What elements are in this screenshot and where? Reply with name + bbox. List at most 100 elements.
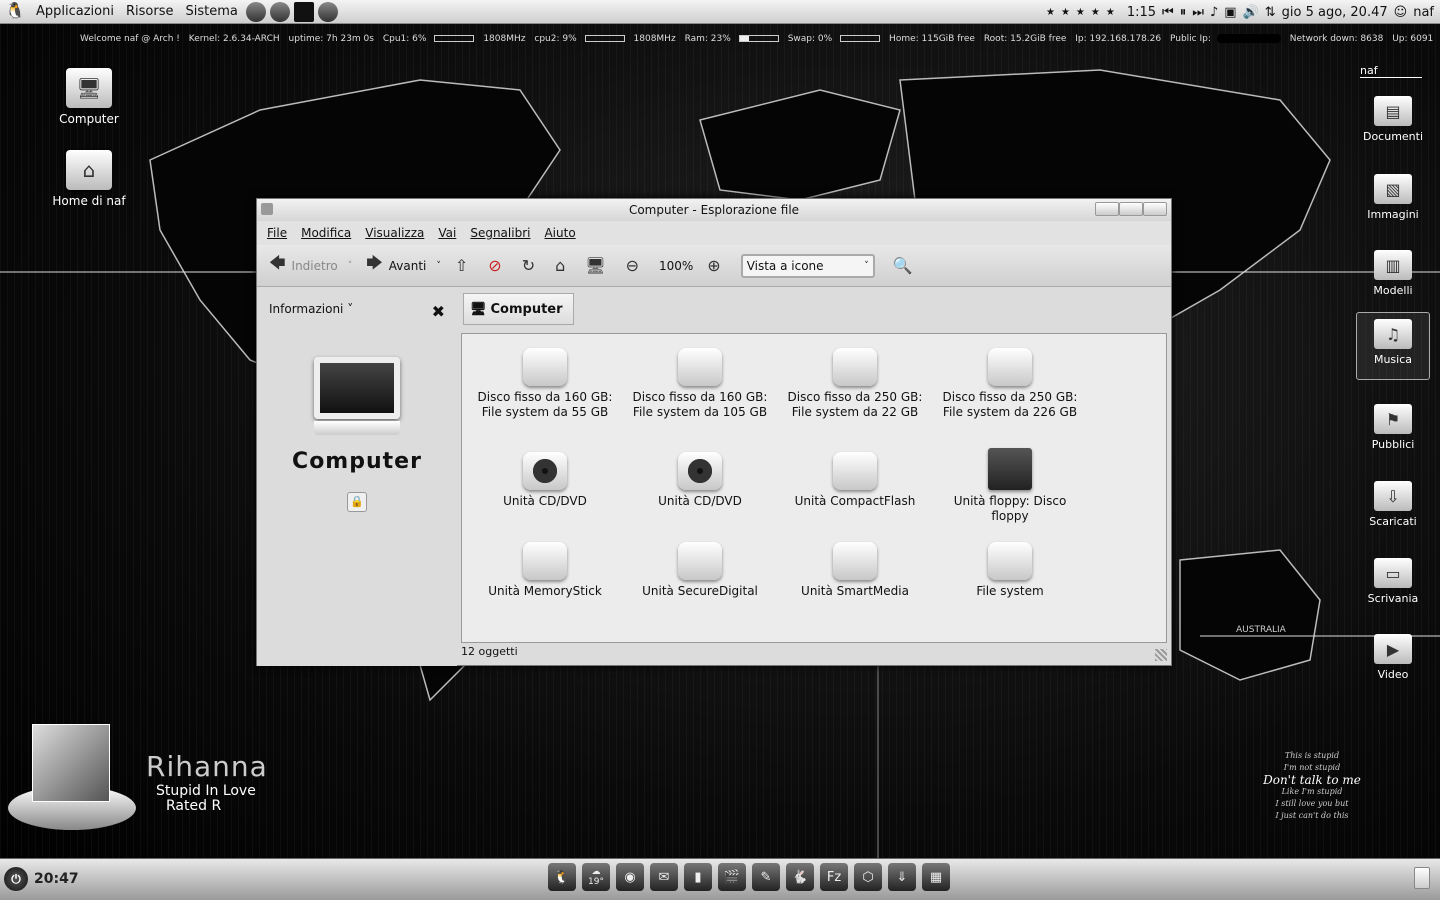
menu-visualizza[interactable]: Visualizza — [365, 226, 424, 240]
clock-datetime[interactable]: gio 5 ago, 20.47 — [1282, 5, 1388, 20]
close-button[interactable] — [1143, 202, 1167, 216]
item-hdd-4[interactable]: Disco fisso da 250 GB: File system da 22… — [935, 348, 1085, 420]
album-cover — [32, 724, 110, 802]
file-manager-launcher-icon[interactable]: ▦ — [922, 863, 950, 891]
pause-icon[interactable]: ⏸ — [1180, 5, 1187, 20]
window-menu-icon[interactable] — [261, 203, 273, 215]
virtualbox-launcher-icon[interactable]: ⬡ — [854, 863, 882, 891]
conky-root: Root: 15.2GiB free — [983, 34, 1067, 44]
chevron-down-icon[interactable]: ˅ — [348, 261, 353, 271]
resize-grip[interactable] — [1155, 649, 1167, 661]
item-label: Unità SecureDigital — [642, 584, 758, 598]
thunderbird-launcher-icon[interactable] — [317, 1, 338, 22]
home-button[interactable]: ⌂ — [555, 256, 571, 275]
music-player-icon[interactable]: ♪ — [1210, 5, 1218, 20]
back-label: Indietro — [291, 258, 338, 273]
rabbit-launcher-icon[interactable]: 🐇 — [786, 863, 814, 891]
filezilla-launcher-icon[interactable]: Fz — [820, 863, 848, 891]
item-filesystem[interactable]: File system — [935, 542, 1085, 599]
view-mode-select[interactable]: Vista a icone ˅ — [740, 253, 875, 278]
sidebar-mode-select[interactable]: Informazioni ˅ — [269, 302, 353, 321]
previous-track-icon[interactable]: ⏮ — [1162, 5, 1174, 20]
path-button-computer[interactable]: 🖥 Computer — [463, 293, 574, 325]
bottom-clock[interactable]: 20:47 — [34, 871, 79, 887]
forward-button[interactable]: 🡆 Avanti ˅ — [366, 252, 441, 279]
item-memorystick[interactable]: Unità MemoryStick — [470, 542, 620, 599]
video-editor-launcher-icon[interactable]: 🎬 — [718, 863, 746, 891]
rating-stars-icon[interactable]: ★★★★★ — [1046, 7, 1121, 18]
desktop-icon-immagini[interactable]: ▧ Immagini — [1356, 174, 1430, 221]
zoom-in-button[interactable]: ⊕ — [707, 256, 726, 275]
search-button[interactable]: 🔍 — [893, 256, 919, 275]
up-arrow-icon: ⇧ — [454, 256, 469, 275]
menu-vai[interactable]: Vai — [438, 226, 456, 240]
item-label: Disco fisso da 250 GB: File system da 22… — [787, 390, 923, 419]
item-floppy[interactable]: Unità floppy: Disco floppy — [935, 448, 1085, 524]
minimize-button[interactable] — [1095, 202, 1119, 216]
gimp-launcher-icon[interactable]: ✎ — [752, 863, 780, 891]
desktop-icon-label: Immagini — [1367, 208, 1419, 221]
desktop-icon-label: Modelli — [1373, 284, 1413, 297]
item-hdd-2[interactable]: Disco fisso da 160 GB: File system da 10… — [625, 348, 775, 420]
terminal-launcher-icon[interactable] — [293, 1, 314, 22]
stop-button[interactable]: ⊘ — [488, 256, 507, 275]
weather-temp: 19° — [588, 877, 604, 887]
network-icon[interactable]: ⇅ — [1265, 5, 1276, 20]
item-securedigital[interactable]: Unità SecureDigital — [625, 542, 775, 599]
firefox-launcher-icon[interactable] — [245, 1, 266, 22]
zoom-level[interactable]: 100% — [659, 259, 693, 273]
terminal-launcher-icon[interactable]: ▮ — [684, 863, 712, 891]
menu-sistema[interactable]: Sistema — [179, 4, 243, 19]
screen-icon[interactable]: ▣ — [1224, 5, 1236, 20]
maximize-button[interactable] — [1119, 202, 1143, 216]
view-mode-value: Vista a icone — [746, 258, 824, 273]
item-hdd-1[interactable]: Disco fisso da 160 GB: File system da 55… — [470, 348, 620, 420]
desktop-icon-video[interactable]: ▶ Video — [1356, 634, 1430, 681]
firefox-launcher-icon[interactable]: ◉ — [616, 863, 644, 891]
desktop-icon-computer[interactable]: 🖥 Computer — [44, 68, 134, 126]
reload-button[interactable]: ↻ — [522, 256, 541, 275]
item-cdrom-1[interactable]: Unità CD/DVD — [470, 452, 620, 509]
arch-logo-icon[interactable]: 🐧 — [4, 1, 26, 23]
removable-drive-icon — [523, 542, 567, 580]
ram-bar — [738, 35, 779, 42]
user-avatar-icon[interactable]: ☺ — [1394, 5, 1408, 20]
tux-launcher-icon[interactable]: 🐧 — [548, 863, 576, 891]
window-titlebar[interactable]: Computer - Esplorazione file — [257, 199, 1171, 221]
desktop-icon-scaricati[interactable]: ⇩ Scaricati — [1356, 481, 1430, 528]
item-cdrom-2[interactable]: Unità CD/DVD — [625, 452, 775, 509]
item-hdd-3[interactable]: Disco fisso da 250 GB: File system da 22… — [780, 348, 930, 420]
chevron-down-icon[interactable]: ˅ — [436, 261, 441, 271]
menu-aiuto[interactable]: Aiuto — [544, 226, 575, 240]
download-launcher-icon[interactable]: ⇓ — [888, 863, 916, 891]
zoom-out-button[interactable]: ⊖ — [626, 256, 645, 275]
desktop-icon-scrivania[interactable]: ▭ Scrivania — [1356, 558, 1430, 605]
desktop-icon-documenti[interactable]: ▤ Documenti — [1356, 96, 1430, 143]
up-button[interactable]: ⇧ — [455, 256, 474, 275]
desktop-icon-modelli[interactable]: ▥ Modelli — [1356, 250, 1430, 297]
menu-risorse[interactable]: Risorse — [120, 4, 180, 19]
menu-applicazioni[interactable]: Applicazioni — [30, 4, 120, 19]
menu-file[interactable]: File — [267, 226, 287, 240]
volume-icon[interactable]: 🔊 — [1243, 5, 1259, 20]
home-folder-icon: ⌂ — [66, 150, 112, 190]
desktop-icon-home[interactable]: ⌂ Home di naf — [44, 150, 134, 208]
weather-icon[interactable]: ☁ 19° — [582, 863, 610, 891]
item-smartmedia[interactable]: Unità SmartMedia — [780, 542, 930, 599]
trash-icon[interactable] — [1414, 867, 1430, 889]
desktop-icon-musica[interactable]: ♫ Musica — [1356, 312, 1430, 380]
computer-icon: 🖥 — [66, 68, 112, 108]
computer-button[interactable]: 🖥 — [585, 256, 611, 275]
close-sidebar-icon[interactable]: ✖ — [432, 302, 445, 321]
menu-modifica[interactable]: Modifica — [301, 226, 351, 240]
desktop-icon-pubblici[interactable]: ⚑ Pubblici — [1356, 404, 1430, 451]
back-button[interactable]: 🡄 Indietro ˅ — [269, 252, 352, 279]
item-compactflash[interactable]: Unità CompactFlash — [780, 452, 930, 509]
power-icon[interactable]: ⏻ — [4, 867, 28, 891]
thunderbird-launcher-icon[interactable]: ✉ — [650, 863, 678, 891]
hard-disk-icon — [833, 348, 877, 386]
next-track-icon[interactable]: ⏭ — [1192, 5, 1204, 20]
gimp-launcher-icon[interactable] — [269, 1, 290, 22]
menu-segnalibri[interactable]: Segnalibri — [470, 226, 530, 240]
user-name[interactable]: naf — [1413, 5, 1434, 20]
